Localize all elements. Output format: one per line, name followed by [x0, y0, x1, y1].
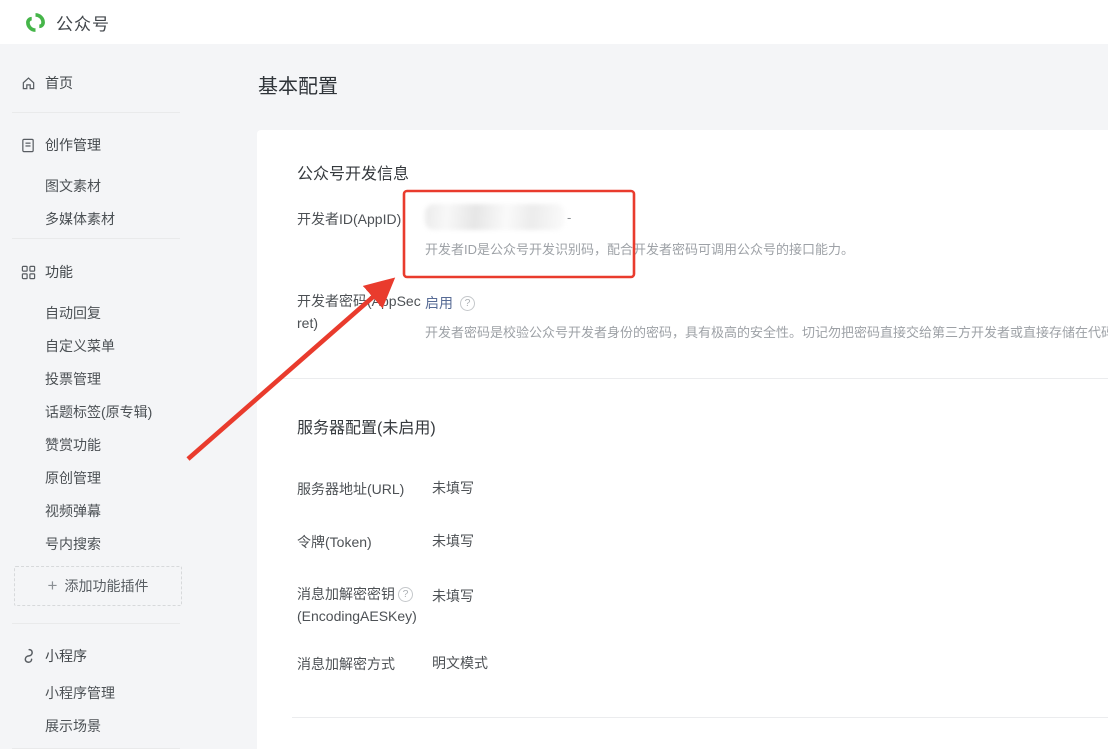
appsecret-description: 开发者密码是校验公众号开发者身份的密码，具有极高的安全性。切记勿把密码直接交给第… — [425, 322, 1108, 341]
add-plugin-label: 添加功能插件 — [64, 576, 148, 596]
appid-description: 开发者ID是公众号开发识别码，配合开发者密码可调用公众号的接口能力。 — [425, 239, 854, 258]
token-label: 令牌(Token) — [297, 531, 372, 553]
section-divider — [292, 717, 1108, 718]
sidebar-item-original-management[interactable]: 原创管理 — [45, 468, 230, 488]
sidebar-item-label: 创作管理 — [45, 135, 101, 155]
aeskey-label: 消息加解密密钥 — [297, 583, 395, 605]
miniprogram-icon — [20, 648, 36, 664]
sidebar-item-label: 功能 — [45, 262, 73, 282]
sidebar: 首页 创作管理 图文素材 多媒体素材 — [0, 44, 230, 749]
sidebar-item-label: 首页 — [45, 73, 73, 93]
add-plugin-button[interactable]: + 添加功能插件 — [14, 566, 182, 606]
plus-icon: + — [48, 576, 58, 596]
page-title: 基本配置 — [258, 70, 338, 99]
appid-value-hint: - — [567, 210, 571, 225]
help-icon[interactable]: ? — [460, 296, 475, 311]
wechat-official-account-logo-icon — [24, 11, 47, 34]
sidebar-item-miniprogram[interactable]: 小程序 — [20, 646, 230, 666]
sidebar-item-poll-management[interactable]: 投票管理 — [45, 369, 230, 389]
top-header: 公众号 — [0, 0, 1108, 44]
sidebar-item-reward-feature[interactable]: 赞赏功能 — [45, 435, 230, 455]
app-root: 公众号 首页 创作管理 图文素材 多媒体素材 — [0, 0, 1108, 749]
sidebar-divider — [12, 112, 180, 113]
aeskey-sublabel: (EncodingAESKey) — [297, 605, 417, 627]
token-value: 未填写 — [432, 531, 474, 551]
sidebar-item-account-search[interactable]: 号内搜索 — [45, 534, 230, 554]
sidebar-item-custom-menu[interactable]: 自定义菜单 — [45, 336, 230, 356]
sidebar-item-article-assets[interactable]: 图文素材 — [45, 176, 230, 196]
aeskey-label-block: 消息加解密密钥 ? (EncodingAESKey) — [297, 583, 417, 627]
section-title-server-config: 服务器配置(未启用) — [297, 414, 436, 438]
sidebar-item-home[interactable]: 首页 — [20, 73, 230, 93]
sidebar-item-display-scene[interactable]: 展示场景 — [45, 716, 230, 736]
document-icon — [20, 137, 36, 153]
sidebar-item-label: 小程序 — [45, 646, 87, 666]
server-url-value: 未填写 — [432, 478, 474, 498]
sidebar-item-features[interactable]: 功能 — [20, 262, 230, 282]
sidebar-divider — [12, 238, 180, 239]
sidebar-item-auto-reply[interactable]: 自动回复 — [45, 303, 230, 323]
sidebar-item-content-management[interactable]: 创作管理 — [20, 135, 230, 155]
enable-appsecret-link[interactable]: 启用 — [425, 293, 453, 313]
sidebar-item-miniprogram-management[interactable]: 小程序管理 — [45, 683, 230, 703]
server-url-label: 服务器地址(URL) — [297, 478, 404, 500]
appid-label: 开发者ID(AppID) — [297, 208, 401, 230]
help-icon[interactable]: ? — [398, 587, 413, 602]
aeskey-value: 未填写 — [432, 586, 474, 606]
grid-icon — [20, 264, 36, 280]
appid-redacted-value — [425, 204, 565, 230]
sidebar-divider — [12, 623, 180, 624]
encrypt-mode-value: 明文模式 — [432, 653, 488, 673]
encrypt-mode-label: 消息加解密方式 — [297, 653, 395, 675]
home-icon — [20, 75, 36, 91]
sidebar-item-topic-tags[interactable]: 话题标签(原专辑) — [45, 402, 230, 422]
section-divider — [277, 378, 1108, 379]
section-title-dev-info: 公众号开发信息 — [297, 160, 409, 184]
sidebar-item-video-danmaku[interactable]: 视频弹幕 — [45, 501, 230, 521]
basic-config-card: 公众号开发信息 开发者ID(AppID) - 开发者ID是公众号开发识别码，配合… — [257, 130, 1108, 749]
app-title: 公众号 — [56, 10, 110, 35]
sidebar-item-media-assets[interactable]: 多媒体素材 — [45, 209, 230, 229]
appsecret-enable-row: 启用 ? — [425, 293, 475, 313]
appsecret-label: 开发者密码(AppSecret) — [297, 290, 423, 334]
